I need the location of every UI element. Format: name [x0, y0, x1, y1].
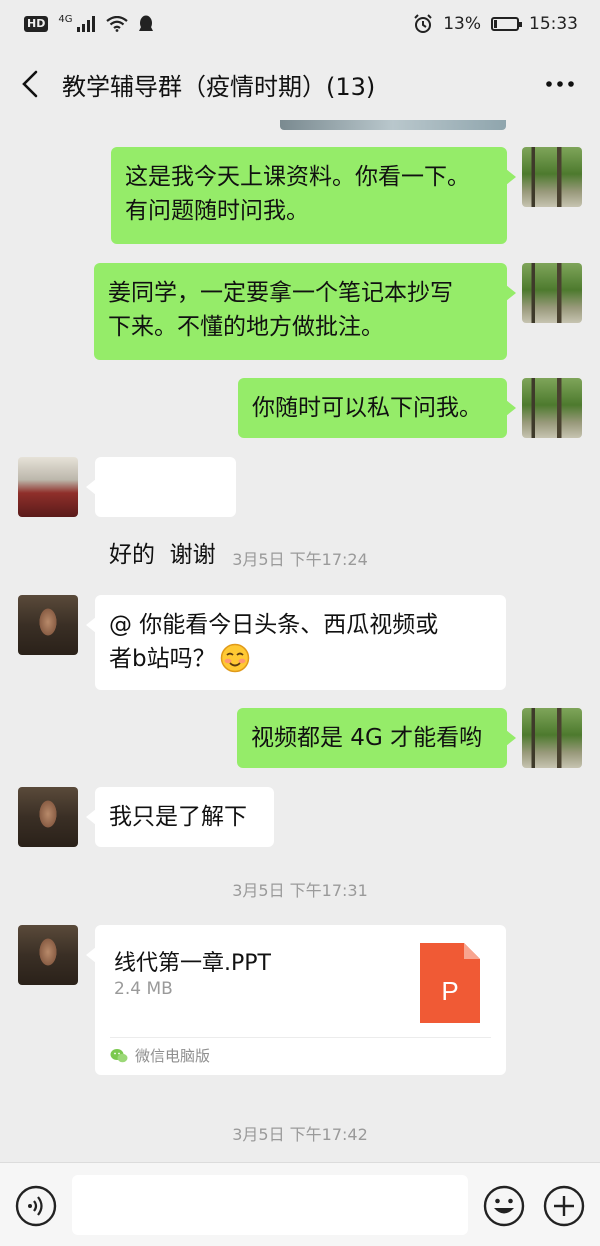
message-text: 视频都是 4G 才能看哟	[251, 725, 483, 751]
signal-icon	[77, 16, 96, 32]
avatar[interactable]	[18, 457, 78, 517]
message-bubble[interactable]: 我只是了解下	[86, 787, 274, 847]
file-source: 微信电脑版	[110, 1045, 210, 1066]
message-bubble[interactable]: 你随时可以私下问我。	[238, 378, 516, 438]
battery-percent: 13%	[443, 14, 481, 34]
emoji-button-icon[interactable]	[483, 1185, 525, 1227]
message-bubble[interactable]: 姜同学，一定要拿一个笔记本抄写 下来。不懂的地方做批注。	[94, 263, 516, 360]
alarm-icon	[414, 14, 432, 33]
file-name: 线代第一章.PPT	[114, 951, 271, 976]
status-left: HD 4G	[24, 15, 154, 33]
message-text-line: @ 你能看今日头条、西瓜视频或	[109, 612, 439, 638]
avatar[interactable]	[522, 263, 582, 323]
message-bubble[interactable]: 好的 谢谢	[86, 457, 236, 568]
battery-level	[494, 20, 497, 28]
message-bubble[interactable]: 这是我今天上课资料。你看一下。 有问题随时问我。	[111, 147, 516, 244]
timestamp: 3月5日 下午17:31	[232, 881, 368, 900]
network-type: 4G	[58, 14, 73, 25]
status-right: 13% 15:33	[413, 14, 578, 34]
message-text: 你随时可以私下问我。	[252, 395, 482, 421]
message-text-line: 姜同学，一定要拿一个笔记本抄写	[108, 280, 453, 306]
avatar[interactable]	[18, 925, 78, 985]
penguin-notification-icon	[139, 15, 154, 31]
file-type-letter: P	[441, 976, 458, 1006]
divider	[110, 1037, 491, 1038]
wifi-icon	[106, 16, 129, 32]
hd-badge: HD	[24, 16, 49, 32]
back-button[interactable]	[20, 64, 52, 104]
file-message-card[interactable]: 线代第一章.PPT 2.4 MB P 微信电脑版	[86, 925, 506, 1075]
input-bar	[0, 1162, 600, 1246]
avatar[interactable]	[18, 595, 78, 655]
file-size: 2.4 MB	[114, 979, 173, 999]
plus-button-icon[interactable]	[543, 1185, 585, 1227]
more-button[interactable]	[540, 64, 580, 104]
message-text-line: 这是我今天上课资料。你看一下。	[125, 164, 470, 190]
voice-input-icon[interactable]	[15, 1185, 57, 1227]
chat-header: 教学辅导群（疫情时期）(13)	[0, 48, 600, 120]
avatar[interactable]	[522, 378, 582, 438]
more-dots-icon	[546, 81, 574, 87]
chat-title: 教学辅导群（疫情时期）(13)	[62, 72, 376, 101]
avatar[interactable]	[522, 147, 582, 207]
message-text-line: 有问题随时问我。	[125, 198, 309, 224]
message-text-line: 下来。不懂的地方做批注。	[108, 314, 384, 340]
message-bubble[interactable]: 视频都是 4G 才能看哟	[237, 708, 516, 768]
smiling-emoji-icon	[220, 643, 249, 673]
message-text: 我只是了解下	[109, 804, 247, 830]
message-input[interactable]	[72, 1175, 468, 1235]
wechat-pc-icon	[110, 1048, 128, 1062]
chevron-left-icon	[22, 70, 38, 98]
battery-icon	[491, 17, 522, 31]
message-text-line: 者b站吗？	[109, 642, 492, 676]
clock: 15:33	[529, 14, 578, 34]
status-bar: HD 4G 13% 15:33	[0, 0, 600, 48]
timestamp: 3月5日 下午17:42	[232, 1125, 368, 1144]
avatar[interactable]	[522, 708, 582, 768]
message-list[interactable]: 这是我今天上课资料。你看一下。 有问题随时问我。 姜同学，一定要拿一个笔记本抄写…	[0, 120, 600, 1162]
previous-image-message[interactable]	[280, 120, 506, 130]
file-source-label: 微信电脑版	[135, 1047, 211, 1065]
message-text-fragment: 者b站吗？	[109, 646, 216, 672]
avatar[interactable]	[18, 787, 78, 847]
message-bubble[interactable]: @ 你能看今日头条、西瓜视频或 者b站吗？	[86, 595, 506, 690]
ppt-file-icon: P	[420, 943, 480, 1023]
timestamp: 3月5日 下午17:24	[232, 550, 368, 569]
